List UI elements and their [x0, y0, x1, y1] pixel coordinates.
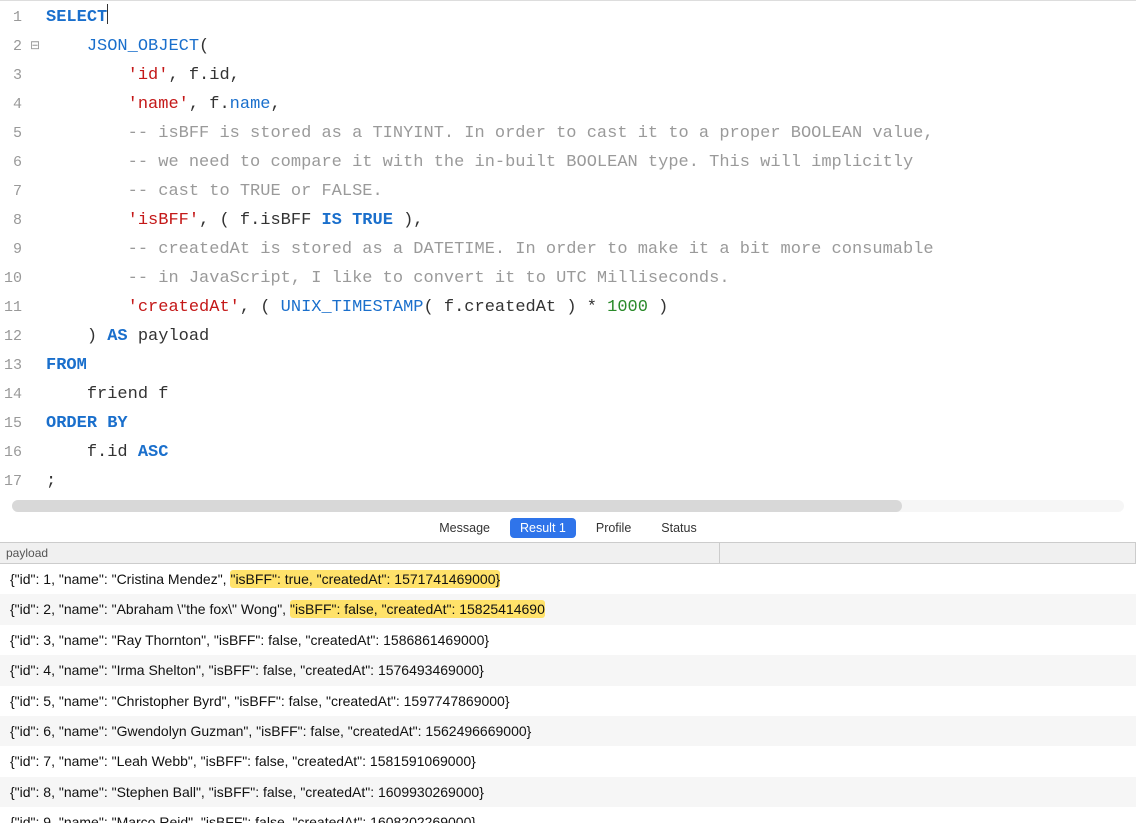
line-number: 7 — [4, 177, 22, 206]
fold-toggle-icon[interactable]: ⊟ — [30, 32, 44, 61]
line-number: 16 — [4, 438, 22, 467]
line-number: 13 — [4, 351, 22, 380]
line-number: 8 — [4, 206, 22, 235]
tab-result1[interactable]: Result 1 — [510, 518, 576, 538]
result-row[interactable]: {"id": 7, "name": "Leah Webb", "isBFF": … — [0, 746, 1136, 776]
code-line[interactable]: ORDER BY — [46, 409, 1136, 438]
code-line[interactable]: -- createdAt is stored as a DATETIME. In… — [46, 235, 1136, 264]
result-row[interactable]: {"id": 8, "name": "Stephen Ball", "isBFF… — [0, 777, 1136, 807]
line-number: 3 — [4, 61, 22, 90]
fold-column: ⊟ — [30, 1, 44, 498]
highlighted-text: "isBFF": false, "createdAt": 15825414690 — [290, 600, 545, 618]
result-row[interactable]: {"id": 2, "name": "Abraham \"the fox\" W… — [0, 594, 1136, 624]
tab-message[interactable]: Message — [429, 518, 500, 538]
scrollbar-thumb[interactable] — [12, 500, 902, 512]
code-line[interactable]: FROM — [46, 351, 1136, 380]
tab-profile[interactable]: Profile — [586, 518, 641, 538]
code-line[interactable]: -- cast to TRUE or FALSE. — [46, 177, 1136, 206]
result-row[interactable]: {"id": 3, "name": "Ray Thornton", "isBFF… — [0, 625, 1136, 655]
sql-editor[interactable]: 1234567891011121314151617 ⊟ SELECT JSON_… — [0, 0, 1136, 498]
line-number: 10 — [4, 264, 22, 293]
code-line[interactable]: ; — [46, 467, 1136, 496]
code-line[interactable]: -- we need to compare it with the in-bui… — [46, 148, 1136, 177]
text-cursor — [107, 4, 108, 24]
code-line[interactable]: JSON_OBJECT( — [46, 32, 1136, 61]
line-number: 1 — [4, 3, 22, 32]
line-number: 2 — [4, 32, 22, 61]
tab-status[interactable]: Status — [651, 518, 706, 538]
code-line[interactable]: -- in JavaScript, I like to convert it t… — [46, 264, 1136, 293]
code-line[interactable]: 'name', f.name, — [46, 90, 1136, 119]
result-row[interactable]: {"id": 9, "name": "Marco Reid", "isBFF":… — [0, 807, 1136, 823]
code-line[interactable]: 'createdAt', ( UNIX_TIMESTAMP( f.created… — [46, 293, 1136, 322]
results-header-row: payload — [0, 543, 1136, 564]
column-header-payload[interactable]: payload — [0, 543, 720, 563]
result-row[interactable]: {"id": 4, "name": "Irma Shelton", "isBFF… — [0, 655, 1136, 685]
column-header-empty — [720, 543, 1136, 563]
line-number: 12 — [4, 322, 22, 351]
results-body: {"id": 1, "name": "Cristina Mendez", "is… — [0, 564, 1136, 823]
code-line[interactable]: 'isBFF', ( f.isBFF IS TRUE ), — [46, 206, 1136, 235]
results-grid: payload {"id": 1, "name": "Cristina Mend… — [0, 542, 1136, 823]
line-number: 14 — [4, 380, 22, 409]
line-number: 9 — [4, 235, 22, 264]
code-line[interactable]: friend f — [46, 380, 1136, 409]
line-number: 15 — [4, 409, 22, 438]
line-number: 6 — [4, 148, 22, 177]
line-number: 17 — [4, 467, 22, 496]
horizontal-scrollbar[interactable] — [12, 500, 1124, 512]
line-number: 5 — [4, 119, 22, 148]
results-tabbar: Message Result 1 Profile Status — [0, 512, 1136, 542]
line-number: 11 — [4, 293, 22, 322]
code-line[interactable]: SELECT — [46, 3, 1136, 32]
code-line[interactable]: ) AS payload — [46, 322, 1136, 351]
result-row[interactable]: {"id": 5, "name": "Christopher Byrd", "i… — [0, 686, 1136, 716]
result-row[interactable]: {"id": 6, "name": "Gwendolyn Guzman", "i… — [0, 716, 1136, 746]
result-row[interactable]: {"id": 1, "name": "Cristina Mendez", "is… — [0, 564, 1136, 594]
line-number: 4 — [4, 90, 22, 119]
line-number-gutter: 1234567891011121314151617 — [0, 1, 30, 498]
highlighted-text: "isBFF": true, "createdAt": 157174146900… — [230, 570, 500, 588]
code-line[interactable]: 'id', f.id, — [46, 61, 1136, 90]
code-line[interactable]: -- isBFF is stored as a TINYINT. In orde… — [46, 119, 1136, 148]
code-line[interactable]: f.id ASC — [46, 438, 1136, 467]
code-area[interactable]: SELECT JSON_OBJECT( 'id', f.id, 'name', … — [44, 1, 1136, 498]
